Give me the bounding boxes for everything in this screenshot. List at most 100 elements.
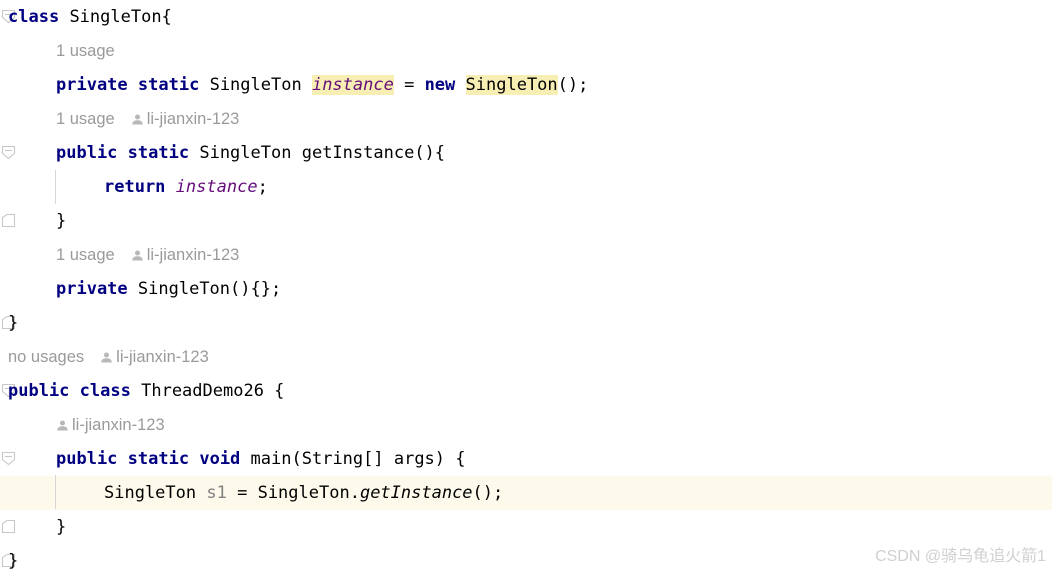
usage-count-hint[interactable]: 1 usage	[56, 110, 115, 128]
editor-code-row[interactable]: }	[0, 306, 1052, 340]
gutter-cell[interactable]	[0, 408, 20, 442]
code-token: .	[349, 483, 360, 503]
editor-hint-row[interactable]: li-jianxin-123	[0, 408, 1052, 442]
editor-hint-row[interactable]: no usages li-jianxin-123	[0, 340, 1052, 374]
gutter-cell[interactable]	[0, 204, 20, 238]
author-name-hint[interactable]: li-jianxin-123	[147, 246, 240, 264]
code-token: private	[56, 279, 128, 299]
editor-code-row[interactable]: private SingleTon(){};	[0, 272, 1052, 306]
editor-code-row[interactable]: }	[0, 510, 1052, 544]
code-token: ();	[472, 483, 504, 503]
inlay-hint[interactable]: no usages li-jianxin-123	[8, 340, 209, 374]
editor-code-row[interactable]: return instance;	[0, 170, 1052, 204]
code-token: (String[] args) {	[291, 449, 466, 469]
code-text[interactable]: }	[8, 306, 18, 340]
author-name-hint[interactable]: li-jianxin-123	[147, 110, 240, 128]
author-avatar-icon	[131, 249, 144, 262]
chevron-down-fold-icon[interactable]	[1, 451, 16, 466]
code-token: }	[8, 551, 19, 571]
chevron-down-fold-icon[interactable]	[1, 145, 16, 160]
watermark-text: CSDN @骑乌龟追火箭1	[875, 548, 1046, 565]
code-editor[interactable]: class SingleTon{1 usage private static Si…	[0, 0, 1052, 574]
gutter-cell[interactable]	[0, 102, 20, 136]
code-token: SingleTon	[257, 483, 350, 503]
code-token: public	[56, 449, 118, 469]
code-text[interactable]: private SingleTon(){};	[56, 272, 281, 306]
fold-end-icon[interactable]	[1, 519, 16, 534]
usage-count-hint[interactable]: no usages	[8, 348, 84, 366]
author-name-hint[interactable]: li-jianxin-123	[116, 348, 209, 366]
code-text[interactable]: public static SingleTon getInstance(){	[56, 136, 445, 170]
usage-count-hint[interactable]: 1 usage	[56, 42, 115, 60]
gutter-cell[interactable]	[0, 442, 20, 476]
gutter-cell[interactable]	[0, 68, 20, 102]
author-avatar-icon	[100, 351, 113, 364]
author-avatar-icon	[56, 419, 69, 432]
author-name-hint[interactable]: li-jianxin-123	[72, 416, 165, 434]
code-token: static	[127, 143, 190, 163]
inlay-hint[interactable]: li-jianxin-123	[56, 408, 165, 442]
editor-code-row[interactable]: public class ThreadDemo26 {	[0, 374, 1052, 408]
editor-code-row[interactable]: private static SingleTon instance = new …	[0, 68, 1052, 102]
code-token: new	[424, 75, 456, 95]
code-text[interactable]: }	[56, 510, 66, 544]
editor-code-row[interactable]: SingleTon s1 = SingleTon.getInstance();	[0, 476, 1052, 510]
code-token: ();	[557, 75, 589, 95]
code-text[interactable]: public class ThreadDemo26 {	[8, 374, 284, 408]
code-token: ;	[257, 177, 268, 197]
indent-guide	[55, 170, 56, 204]
author-avatar-icon	[131, 113, 144, 126]
editor-code-row[interactable]: class SingleTon{	[0, 0, 1052, 34]
editor-hint-row[interactable]: 1 usage li-jianxin-123	[0, 102, 1052, 136]
gutter-cell[interactable]	[0, 136, 20, 170]
fold-end-icon[interactable]	[1, 213, 16, 228]
code-token: main	[250, 449, 292, 469]
code-token: getInstance	[359, 483, 473, 503]
code-text[interactable]: class SingleTon{	[8, 0, 172, 34]
code-text[interactable]: SingleTon s1 = SingleTon.getInstance();	[104, 476, 503, 510]
gutter-cell[interactable]	[0, 170, 20, 204]
code-token: SingleTon{	[69, 7, 172, 27]
inlay-hint[interactable]: 1 usage li-jianxin-123	[56, 102, 239, 136]
editor-code-row[interactable]: public static void main(String[] args) {	[0, 442, 1052, 476]
code-text[interactable]: }	[8, 544, 18, 574]
code-token: static	[127, 449, 190, 469]
code-token: instance	[175, 177, 258, 197]
editor-hint-row[interactable]: 1 usage li-jianxin-123	[0, 238, 1052, 272]
gutter-cell[interactable]	[0, 272, 20, 306]
code-token: static	[137, 75, 200, 95]
code-token: {	[263, 381, 285, 401]
code-token: =	[393, 75, 425, 95]
editor-code-row[interactable]: public static SingleTon getInstance(){	[0, 136, 1052, 170]
inlay-hint[interactable]: 1 usage li-jianxin-123	[56, 238, 239, 272]
code-token: =	[226, 483, 258, 503]
code-text[interactable]: public static void main(String[] args) {	[56, 442, 466, 476]
gutter-cell[interactable]	[0, 476, 20, 510]
gutter-cell[interactable]	[0, 34, 20, 68]
gutter-cell[interactable]	[0, 510, 20, 544]
code-token: (){	[414, 143, 446, 163]
editor-hint-row[interactable]: 1 usage	[0, 34, 1052, 68]
code-token: class	[79, 381, 131, 401]
code-text[interactable]: private static SingleTon instance = new …	[56, 68, 588, 102]
code-text[interactable]: return instance;	[104, 170, 268, 204]
code-token: SingleTon	[104, 483, 197, 503]
code-text[interactable]: }	[56, 204, 66, 238]
inlay-hint[interactable]: 1 usage	[56, 34, 115, 68]
gutter-cell[interactable]	[0, 238, 20, 272]
code-token: class	[8, 7, 60, 27]
editor-code-row[interactable]: }	[0, 204, 1052, 238]
usage-count-hint[interactable]: 1 usage	[56, 246, 115, 264]
